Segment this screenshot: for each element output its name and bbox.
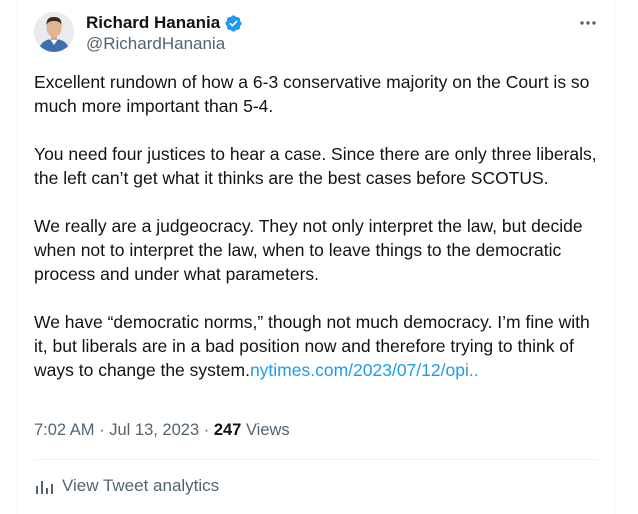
verified-badge-icon: [225, 14, 242, 32]
views-count: 247: [213, 421, 242, 439]
avatar[interactable]: [34, 12, 74, 52]
tweet-paragraph: We have “democratic norms,” though not m…: [34, 310, 599, 382]
tweet-date[interactable]: Jul 13, 2023: [109, 421, 199, 439]
tweet-text: Excellent rundown of how a 6-3 conservat…: [34, 70, 599, 382]
author-display-name[interactable]: Richard Hanania: [86, 13, 220, 33]
tweet-meta: 7:02 AM · Jul 13, 2023 · 247 Views: [34, 421, 290, 440]
bar-chart-icon: [36, 481, 53, 494]
analytics-label[interactable]: View Tweet analytics: [62, 476, 219, 496]
avatar-image: [34, 12, 74, 52]
tweet-paragraph: We really are a judgeocracy. They not on…: [34, 216, 583, 284]
meta-separator: ·: [99, 421, 105, 439]
article-link[interactable]: nytimes.com/2023/07/12/opi..: [250, 360, 479, 380]
author-name-row[interactable]: Richard Hanania: [86, 12, 243, 34]
more-options-button[interactable]: [577, 12, 599, 34]
tweet-paragraph: You need four justices to hear a case. S…: [34, 144, 597, 188]
views-label: Views: [245, 421, 290, 439]
tweet-paragraph: Excellent rundown of how a 6-3 conservat…: [34, 72, 590, 116]
tweet-time[interactable]: 7:02 AM: [34, 421, 95, 439]
meta-separator: ·: [203, 421, 210, 439]
divider: [34, 459, 599, 460]
author-handle[interactable]: @RichardHanania: [86, 34, 225, 54]
view-analytics-button[interactable]: View Tweet analytics: [34, 476, 219, 496]
more-horizontal-icon: [580, 21, 596, 25]
